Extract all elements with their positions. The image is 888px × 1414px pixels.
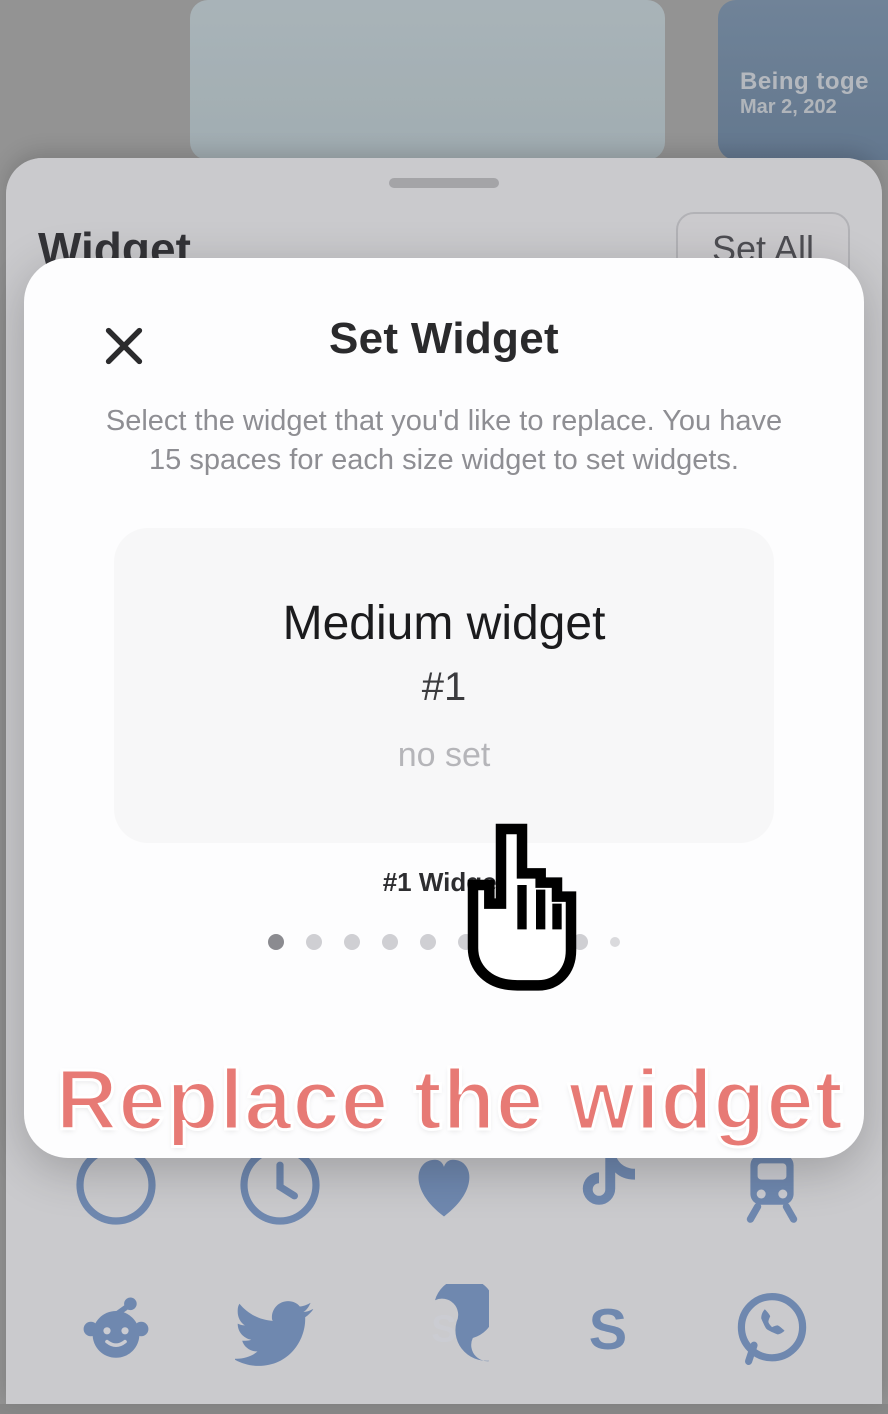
skype-icon[interactable]: S xyxy=(362,1284,526,1374)
widget-size-label: Medium widget xyxy=(283,596,606,651)
page-dot[interactable] xyxy=(420,934,436,950)
reddit-icon[interactable] xyxy=(34,1284,198,1374)
sheet-grabber[interactable] xyxy=(389,178,499,188)
bg-card2-line2: Mar 2, 202 xyxy=(740,96,888,119)
letter-s-icon[interactable]: S xyxy=(526,1284,690,1374)
widget-slot-card[interactable]: Medium widget #1 no set xyxy=(114,528,774,843)
widget-slot-status: no set xyxy=(398,736,491,775)
video-caption: Replace the widget xyxy=(56,1052,844,1150)
page-dot[interactable] xyxy=(268,934,284,950)
icon-grid: S S xyxy=(12,1126,876,1414)
page-dot[interactable] xyxy=(306,934,322,950)
page-dot[interactable] xyxy=(458,934,474,950)
page-dot[interactable] xyxy=(534,934,550,950)
close-button[interactable] xyxy=(96,318,152,374)
page-dot[interactable] xyxy=(610,937,620,947)
page-dot[interactable] xyxy=(496,934,512,950)
widget-slot-caption: #1 Widget xyxy=(24,867,864,898)
svg-text:S: S xyxy=(431,1309,456,1351)
bg-card2-line1: Being toge xyxy=(740,68,888,96)
whatsapp-icon[interactable] xyxy=(690,1284,854,1374)
background-widget-preview-2: Being toge Mar 2, 202 xyxy=(718,0,888,160)
background-widget-preview xyxy=(190,0,665,160)
widget-slot-number: #1 xyxy=(422,665,467,710)
twitter-icon[interactable] xyxy=(198,1284,362,1374)
svg-text:S: S xyxy=(589,1298,627,1362)
page-dot[interactable] xyxy=(344,934,360,950)
page-indicator[interactable] xyxy=(24,934,864,950)
page-dot[interactable] xyxy=(382,934,398,950)
set-widget-modal: Set Widget Select the widget that you'd … xyxy=(24,258,864,1158)
page-dot[interactable] xyxy=(572,934,588,950)
modal-description: Select the widget that you'd like to rep… xyxy=(100,402,789,480)
modal-title: Set Widget xyxy=(76,314,812,364)
